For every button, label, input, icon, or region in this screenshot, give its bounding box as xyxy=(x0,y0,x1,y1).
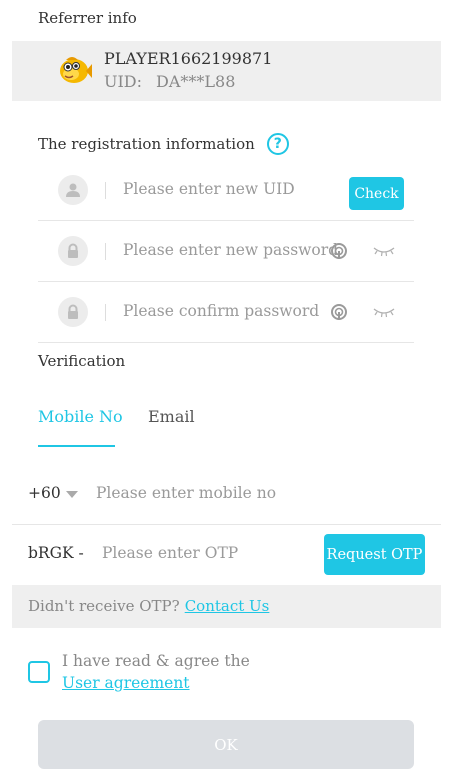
referrer-info-title: Referrer info xyxy=(38,9,137,27)
no-otp-label: Didn't receive OTP? xyxy=(28,597,180,615)
eye-closed-icon[interactable] xyxy=(372,306,396,318)
uid-label: UID: xyxy=(104,72,143,91)
registration-title: The registration information ? xyxy=(38,133,289,155)
referrer-card: PLAYER1662199871 UID: DA***L88 xyxy=(12,41,441,101)
password-field-row: Please enter new password xyxy=(38,221,414,282)
chevron-down-icon xyxy=(65,490,78,498)
uid-input[interactable]: Please enter new UID xyxy=(123,180,295,198)
ok-button[interactable]: OK xyxy=(38,720,414,769)
verification-title: Verification xyxy=(38,352,126,370)
password-input[interactable]: Please enter new password xyxy=(123,241,338,259)
otp-row: bRGK - Please enter OTP Request OTP xyxy=(12,525,441,585)
eye-closed-icon[interactable] xyxy=(372,245,396,257)
check-button[interactable]: Check xyxy=(349,177,404,210)
tab-email[interactable]: Email xyxy=(148,407,195,426)
user-agreement-link[interactable]: User agreement xyxy=(62,674,190,692)
lock-icon xyxy=(58,236,88,266)
country-code-value: +60 xyxy=(28,484,61,502)
uid-value: DA***L88 xyxy=(156,72,236,91)
field-divider xyxy=(105,304,106,321)
captcha-code: bRGK - xyxy=(28,544,84,562)
lock-icon xyxy=(58,297,88,327)
agreement-checkbox[interactable] xyxy=(28,661,50,683)
fingerprint-icon[interactable] xyxy=(329,241,349,261)
registration-title-text: The registration information xyxy=(38,135,255,153)
field-divider xyxy=(105,243,106,260)
active-tab-indicator xyxy=(38,445,115,447)
field-divider xyxy=(105,182,106,199)
no-otp-bar: Didn't receive OTP? Contact Us xyxy=(12,585,441,628)
mobile-row: +60 Please enter mobile no xyxy=(12,465,441,525)
country-code-select[interactable]: +60 xyxy=(28,484,78,502)
referrer-name: PLAYER1662199871 xyxy=(104,49,273,68)
agreement-text: I have read & agree the xyxy=(62,652,250,670)
contact-us-link[interactable]: Contact Us xyxy=(185,597,270,615)
otp-input[interactable]: Please enter OTP xyxy=(102,544,238,562)
help-icon[interactable]: ? xyxy=(266,133,289,155)
confirm-password-field-row: Please confirm password xyxy=(38,282,414,343)
referrer-uid: UID: DA***L88 xyxy=(104,72,235,91)
fish-avatar-icon xyxy=(60,57,92,83)
request-otp-button[interactable]: Request OTP xyxy=(324,534,425,575)
tab-mobile-no[interactable]: Mobile No xyxy=(38,407,123,426)
confirm-password-input[interactable]: Please confirm password xyxy=(123,302,319,320)
no-otp-text: Didn't receive OTP? Contact Us xyxy=(28,597,269,615)
user-icon xyxy=(58,175,88,205)
fingerprint-icon[interactable] xyxy=(329,302,349,322)
mobile-input[interactable]: Please enter mobile no xyxy=(96,484,276,502)
uid-field-row: Please enter new UID Check xyxy=(38,160,414,221)
